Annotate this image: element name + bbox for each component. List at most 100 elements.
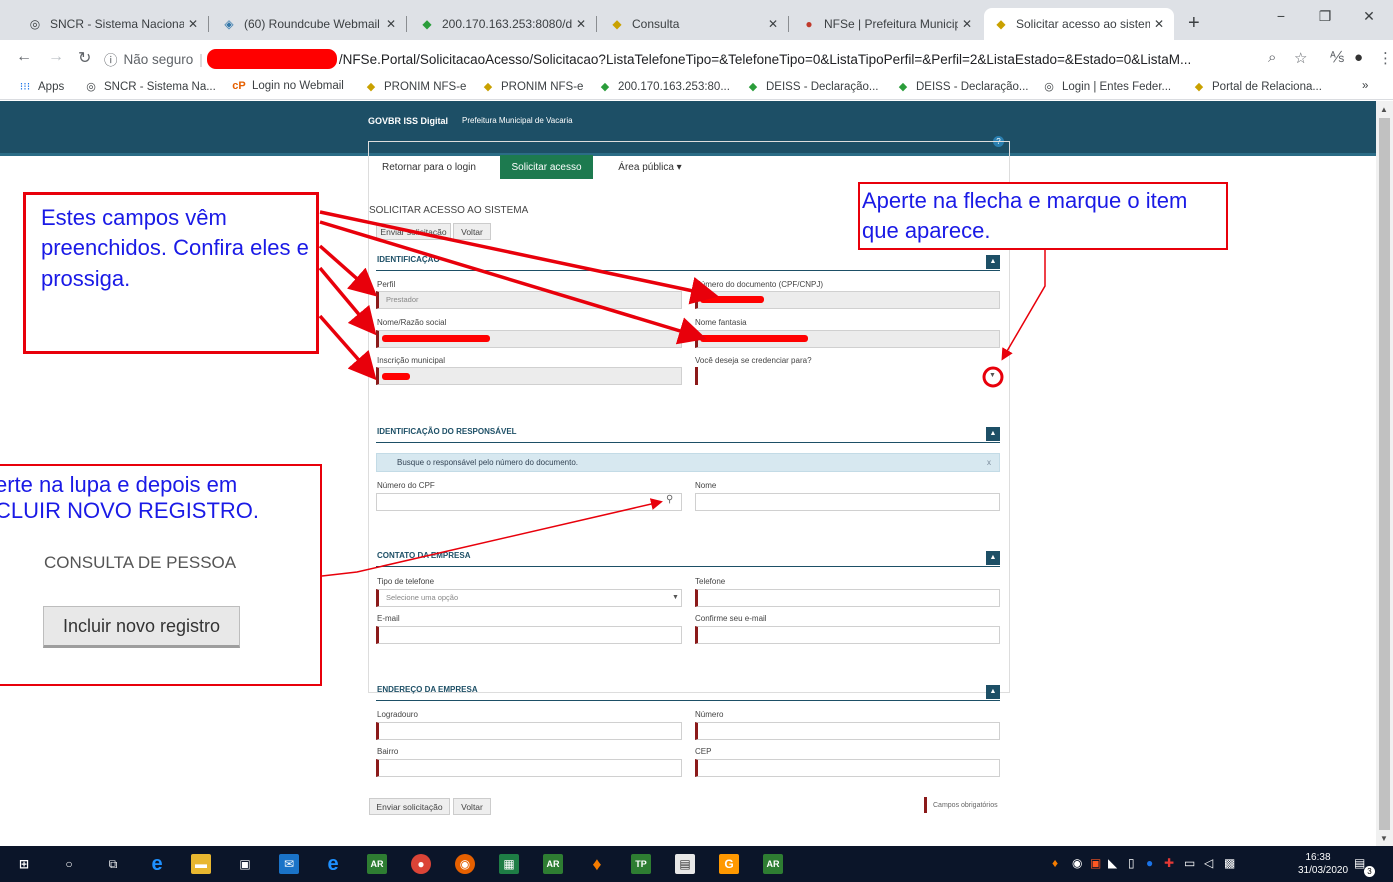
tray-app-icon[interactable]: ● [1146, 856, 1153, 870]
close-tab-icon[interactable]: ✕ [764, 17, 782, 31]
mail-icon[interactable]: ✉ [279, 854, 299, 874]
back-arrow-icon[interactable]: ← [16, 48, 32, 66]
flame-app-icon[interactable]: ♦ [587, 854, 607, 874]
enviar-solicitacao-top-button[interactable]: Enviar solicitação [376, 223, 451, 240]
tray-app-icon[interactable]: ◣ [1108, 856, 1117, 870]
new-tab-button[interactable]: + [1188, 12, 1200, 35]
enviar-solicitacao-bottom-button[interactable]: Enviar solicitação [369, 798, 450, 815]
document-app-icon[interactable]: ▤ [675, 854, 695, 874]
email-input[interactable] [376, 626, 682, 644]
collapse-icon[interactable]: ▲ [986, 551, 1000, 565]
telefone-input[interactable] [695, 589, 1000, 607]
menu-dots-icon[interactable]: ⋮ [1378, 49, 1393, 67]
scroll-up-icon[interactable]: ▲ [1380, 105, 1388, 114]
credenciar-label: Você deseja se credenciar para? [695, 356, 812, 365]
bookmark-pronim-1[interactable]: ◆ PRONIM NFS-e [364, 80, 467, 94]
profile-icon[interactable]: ● [1354, 49, 1363, 66]
close-tab-icon[interactable]: ✕ [572, 17, 590, 31]
bookmark-entes-federados[interactable]: ◎ Login | Entes Feder... [1042, 80, 1171, 94]
voltar-bottom-button[interactable]: Voltar [453, 798, 491, 815]
bookmark-pronim-2[interactable]: ◆ PRONIM NFS-e [481, 80, 584, 94]
bookmarks-overflow-button[interactable]: » [1362, 80, 1368, 92]
g-app-icon[interactable]: G [719, 854, 739, 874]
cep-input[interactable] [695, 759, 1000, 777]
bookmark-sncr[interactable]: ◎ SNCR - Sistema Na... [84, 80, 216, 94]
store-icon[interactable]: ▣ [235, 854, 255, 874]
tray-app-icon[interactable]: ✚ [1164, 856, 1174, 870]
close-tab-icon[interactable]: ✕ [184, 17, 202, 31]
tp-app-icon[interactable]: TP [631, 854, 651, 874]
tab-nfse-prefeitura[interactable]: ● NFSe | Prefeitura Municip ✕ [792, 8, 982, 40]
credenciar-dropdown-arrow-icon[interactable]: ▼ [989, 372, 996, 379]
close-info-icon[interactable]: x [987, 454, 991, 471]
search-magnifier-icon[interactable]: ⚲ [666, 494, 673, 505]
file-explorer-icon[interactable]: ▬ [191, 854, 211, 874]
numero-cpf-input[interactable] [376, 493, 682, 511]
close-tab-icon[interactable]: ✕ [958, 17, 976, 31]
callout-prefilled-fields: Estes campos vêm preenchidos. Confira el… [23, 192, 319, 354]
bookmark-portal-relacionamento[interactable]: ◆ Portal de Relaciona... [1192, 80, 1322, 94]
section-identificacao-responsavel: IDENTIFICAÇÃO DO RESPONSÁVEL ▲ [376, 425, 1000, 443]
tipo-telefone-select[interactable]: Selecione uma opção [376, 589, 682, 607]
ar-app-icon[interactable]: AR [543, 854, 563, 874]
bookmarks-bar: ⁝⁝⁝ Apps ◎ SNCR - Sistema Na... cP Login no… [0, 76, 1393, 100]
voltar-top-button[interactable]: Voltar [453, 223, 491, 240]
leaf-icon: ◆ [600, 81, 610, 93]
nome-responsavel-field[interactable] [695, 493, 1000, 511]
collapse-icon[interactable]: ▲ [986, 685, 1000, 699]
tray-app-icon[interactable]: ◉ [1072, 856, 1082, 870]
keyboard-icon[interactable]: ▩ [1224, 856, 1235, 870]
numero-input[interactable] [695, 722, 1000, 740]
bairro-input[interactable] [376, 759, 682, 777]
tray-app-icon[interactable]: ▣ [1090, 856, 1101, 870]
forward-arrow-icon[interactable]: → [48, 48, 64, 66]
incluir-novo-registro-button[interactable]: Incluir novo registro [43, 606, 240, 648]
tab-sncr[interactable]: ◎ SNCR - Sistema Nacional ✕ [18, 8, 208, 40]
tray-app-icon[interactable]: ▯ [1128, 856, 1135, 870]
collapse-icon[interactable]: ▲ [986, 255, 1000, 269]
reload-icon[interactable]: ↻ [78, 48, 91, 68]
speaker-icon[interactable]: ◁ [1204, 856, 1213, 870]
bookmark-apps[interactable]: ⁝⁝⁝ Apps [18, 80, 64, 94]
maximize-button[interactable]: ❐ [1302, 8, 1348, 25]
ar-app-icon[interactable]: AR [367, 854, 387, 874]
close-tab-icon[interactable]: ✕ [1150, 17, 1168, 31]
tab-consulta[interactable]: ◆ Consulta ✕ [600, 8, 788, 40]
tab-solicitar-acesso[interactable]: ◆ Solicitar acesso ao sistem ✕ [984, 8, 1174, 40]
minimize-button[interactable]: − [1258, 8, 1304, 24]
system-clock[interactable]: 16:38 31/03/2020 [1298, 851, 1348, 877]
ie-icon[interactable]: e [147, 853, 167, 875]
notifications-icon[interactable]: ▤ [1354, 856, 1365, 870]
page-scrollbar-thumb[interactable] [1379, 118, 1390, 830]
tray-flame-icon[interactable]: ♦ [1052, 856, 1058, 870]
inscricao-municipal-field[interactable] [376, 367, 682, 385]
logradouro-input[interactable] [376, 722, 682, 740]
bookmark-deiss-1[interactable]: ◆ DEISS - Declaração... [746, 80, 879, 94]
bookmark-deiss-2[interactable]: ◆ DEISS - Declaração... [896, 80, 1029, 94]
cortana-circle-icon[interactable]: ○ [59, 854, 79, 874]
windows-start-icon[interactable]: ⊞ [14, 854, 34, 874]
zoom-icon[interactable]: ⌕ [1268, 49, 1276, 66]
extension-icon[interactable]: ⅍ [1330, 49, 1344, 66]
tipo-telefone-dropdown-icon[interactable]: ▼ [672, 594, 679, 601]
edge-icon[interactable]: e [323, 853, 343, 875]
firefox-icon[interactable]: ◉ [455, 854, 475, 874]
ar-app-icon[interactable]: AR [763, 854, 783, 874]
url-field[interactable]: ⓘ Não seguro | /NFSe.Portal/SolicitacaoA… [104, 45, 1264, 73]
close-tab-icon[interactable]: ✕ [382, 17, 400, 31]
bookmark-webmail[interactable]: cP Login no Webmail [232, 80, 344, 92]
bookmark-ip-address[interactable]: ◆ 200.170.163.253:80... [598, 80, 730, 94]
bookmark-star-icon[interactable]: ☆ [1294, 49, 1307, 67]
info-icon[interactable]: ⓘ [104, 49, 118, 69]
confirme-email-input[interactable] [695, 626, 1000, 644]
close-window-button[interactable]: ✕ [1346, 8, 1392, 25]
scroll-down-icon[interactable]: ▼ [1380, 834, 1388, 843]
task-view-icon[interactable]: ⧉ [103, 854, 123, 874]
excel-app-icon[interactable]: ▦ [499, 854, 519, 874]
tab-roundcube[interactable]: ◈ (60) Roundcube Webmail ✕ [212, 8, 406, 40]
collapse-icon[interactable]: ▲ [986, 427, 1000, 441]
network-icon[interactable]: ▭ [1184, 856, 1195, 870]
perfil-field[interactable]: Prestador [376, 291, 682, 309]
chrome-icon[interactable]: ● [411, 854, 431, 874]
tab-ip-address[interactable]: ◆ 200.170.163.253:8080/de ✕ [410, 8, 596, 40]
